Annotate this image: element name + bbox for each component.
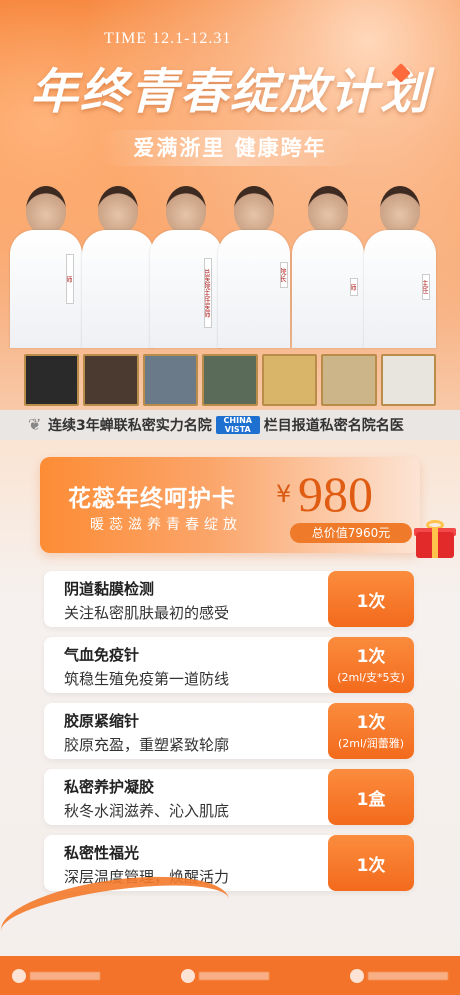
service-desc: 关注私密肌肤最初的感受 (64, 604, 230, 622)
hospital-logo-icon (12, 968, 26, 983)
blurred-footer-text (199, 971, 269, 980)
service-item[interactable]: 私密养护凝胶 秋冬水润滋养、沁入肌底 1盒 (44, 769, 414, 825)
footer-badge (181, 968, 269, 983)
service-item[interactable]: 阴道黏膜检测 关注私密肌肤最初的感受 1次 (44, 571, 414, 627)
service-quantity: 1次 (328, 571, 414, 627)
subtitle: 爱满浙里 健康跨年 (100, 130, 360, 166)
service-note: (2ml/润蕾雅) (337, 737, 405, 750)
service-item[interactable]: 胶原紧缩针 胶原充盈，重塑紧致轮廓 1次 (2ml/润蕾雅) (44, 703, 414, 759)
service-count: 1次 (356, 856, 386, 876)
service-quantity: 1次 (2ml/润蕾雅) (328, 703, 414, 759)
currency-symbol: ¥ (276, 480, 292, 508)
service-count: 1次 (356, 647, 386, 667)
card-title: 花蕊年终呵护卡 (68, 486, 236, 512)
card-price: 980 (298, 466, 373, 522)
service-list: 阴道黏膜检测 关注私密肌肤最初的感受 1次 气血免疫针 筑稳生殖免疫第一道防线 … (44, 571, 414, 901)
service-item[interactable]: 气血免疫针 筑稳生殖免疫第一道防线 1次 (2ml/支*5支) (44, 637, 414, 693)
doctor-figure: 师 (10, 178, 82, 348)
honor-right-text: 栏目报道私密名院名医 (263, 418, 404, 434)
service-name: 胶原紧缩针 (64, 712, 140, 730)
footer-bar (0, 956, 460, 995)
service-quantity: 1次 (2ml/支*5支) (328, 637, 414, 693)
blurred-footer-text (368, 971, 448, 980)
certificate (142, 354, 199, 406)
certificate (380, 354, 436, 406)
certificate-strip (24, 354, 436, 406)
honor-bar: ❦ 连续3年蝉联私密实力名院 CHINA VISTA 栏目报道私密名院名医 (0, 410, 460, 440)
certificate (83, 354, 139, 406)
badge-icon (350, 968, 364, 983)
doctor-group-photo: 师 总医院主任医师 院长 师 主任 (10, 178, 450, 348)
page-title: 年终青春绽放计划 (29, 64, 430, 120)
decorative-swoosh (0, 864, 234, 966)
tv-logo: CHINA VISTA (215, 416, 260, 434)
service-desc: 筑稳生殖免疫第一道防线 (64, 670, 230, 688)
certificate (261, 354, 318, 406)
service-desc: 秋冬水润滋养、沁入肌底 (64, 802, 230, 820)
care-card[interactable]: 花蕊年终呵护卡 暖蕊滋养青春绽放 ¥ 980 总价值7960元 (40, 457, 420, 553)
service-count: 1盒 (356, 790, 386, 810)
certificate (321, 354, 377, 406)
footer-hospital-logo (12, 968, 100, 983)
blurred-footer-text (30, 971, 100, 980)
certificate (202, 354, 258, 406)
certificate (24, 354, 80, 406)
doctor-title-tag: 总医院主任医师 (204, 258, 212, 328)
laurel-icon: ❦ (28, 415, 42, 434)
service-name: 阴道黏膜检测 (64, 580, 155, 598)
service-quantity: 1次 (328, 835, 414, 891)
service-name: 气血免疫针 (64, 646, 140, 664)
doctor-figure: 院长 (280, 178, 364, 348)
doctor-title-tag: 师 (66, 254, 74, 304)
service-count: 1次 (356, 713, 386, 733)
service-desc: 胶原充盈，重塑紧致轮廓 (64, 736, 230, 754)
doctor-figure (82, 178, 154, 348)
badge-icon (181, 968, 195, 983)
honor-left-text: 连续3年蝉联私密实力名院 (48, 418, 212, 434)
doctor-title-tag: 院长 (280, 262, 288, 288)
doctor-title-tag: 师 (350, 278, 358, 296)
card-subtitle: 暖蕊滋养青春绽放 (90, 517, 242, 533)
service-count: 1次 (356, 592, 386, 612)
service-note: (2ml/支*5支) (337, 671, 405, 684)
service-quantity: 1盒 (328, 769, 414, 825)
doctor-title-tag: 主任 (422, 274, 430, 300)
doctor-figure: 师 主任 (350, 178, 436, 348)
service-name: 私密养护凝胶 (64, 778, 155, 796)
total-value-badge: 总价值7960元 (290, 523, 412, 543)
footer-badge (350, 968, 448, 983)
gift-box-icon (414, 520, 456, 558)
time-range: TIME 12.1-12.31 (104, 30, 232, 47)
service-name: 私密性福光 (64, 844, 140, 862)
